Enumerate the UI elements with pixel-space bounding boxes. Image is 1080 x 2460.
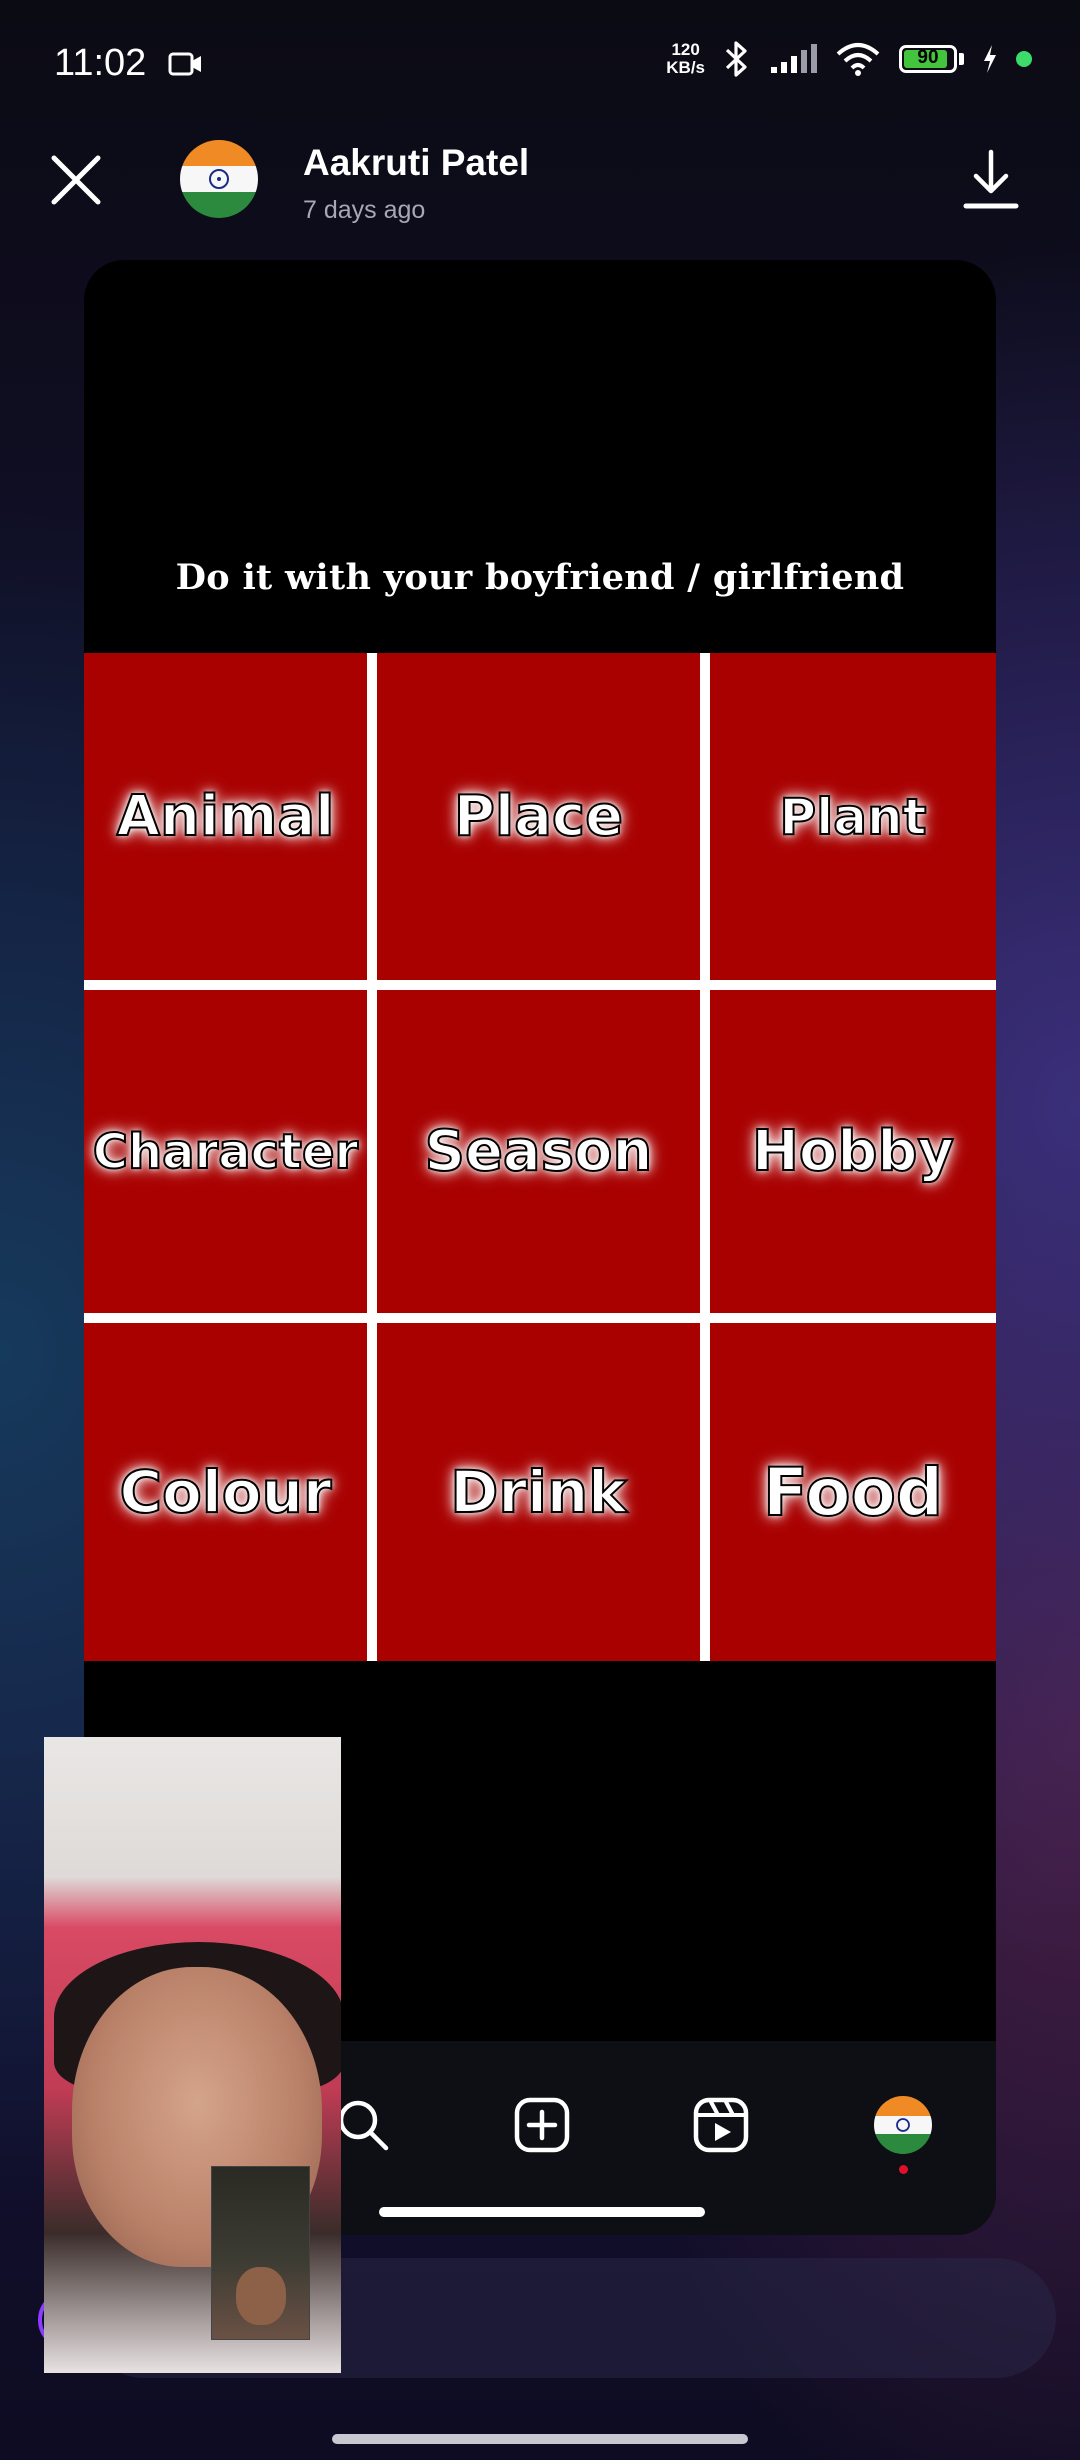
grid-cell[interactable]: Season <box>377 990 700 1313</box>
wifi-icon <box>836 43 880 76</box>
charging-icon <box>984 45 996 73</box>
download-button[interactable] <box>962 148 1020 217</box>
privacy-indicator-dot <box>1016 51 1032 67</box>
grid-cell-label: Character <box>92 1123 359 1181</box>
grid-cell[interactable]: Drink <box>377 1323 700 1661</box>
reels-icon[interactable] <box>692 2096 750 2154</box>
grid-cell-label: Drink <box>449 1457 627 1527</box>
system-home-indicator[interactable] <box>332 2434 748 2444</box>
grid-cell[interactable]: Plant <box>710 653 996 980</box>
avatar[interactable] <box>180 140 258 218</box>
bluetooth-icon <box>725 41 747 77</box>
grid-cell-label: Animal <box>116 783 336 850</box>
grid-cell-label: Food <box>762 1453 944 1532</box>
posted-time: 7 days ago <box>303 196 426 224</box>
grid-cell[interactable]: Place <box>377 653 700 980</box>
signal-icon <box>771 44 817 73</box>
grid-cell-label: Colour <box>118 1457 332 1527</box>
category-grid: Animal Place Plant Character Season Hobb… <box>84 653 996 1661</box>
grid-cell-label: Season <box>424 1118 654 1185</box>
net-speed: 120 KB/s <box>666 40 705 77</box>
grid-cell-label: Plant <box>778 787 927 847</box>
self-view-pip[interactable] <box>211 2166 310 2340</box>
status-icons: 120 KB/s 90 <box>666 40 1032 78</box>
user-name[interactable]: Aakruti Patel <box>303 142 529 184</box>
search-icon[interactable] <box>334 2096 392 2154</box>
self-face <box>236 2267 286 2325</box>
grid-cell[interactable]: Hobby <box>710 990 996 1313</box>
status-time: 11:02 <box>54 42 147 84</box>
notification-dot <box>899 2165 908 2174</box>
video-call-icon <box>168 50 204 83</box>
download-icon <box>963 149 1019 209</box>
story-caption: Do it with your boyfriend / girlfriend <box>175 557 905 598</box>
battery-tip <box>959 53 964 65</box>
profile-avatar[interactable] <box>874 2096 932 2154</box>
grid-cell[interactable]: Colour <box>84 1323 367 1661</box>
india-flag-icon <box>874 2096 932 2154</box>
close-icon <box>51 155 101 205</box>
grid-cell-label: Hobby <box>751 1118 955 1185</box>
grid-cell-label: Place <box>453 783 624 850</box>
grid-cell[interactable]: Character <box>84 990 367 1313</box>
create-icon[interactable] <box>513 2096 571 2154</box>
battery-icon: 90 <box>899 45 957 73</box>
story-home-indicator <box>379 2207 705 2217</box>
grid-cell[interactable]: Animal <box>84 653 367 980</box>
close-button[interactable] <box>48 152 104 213</box>
grid-cell[interactable]: Food <box>710 1323 996 1661</box>
india-flag-icon <box>180 140 258 218</box>
